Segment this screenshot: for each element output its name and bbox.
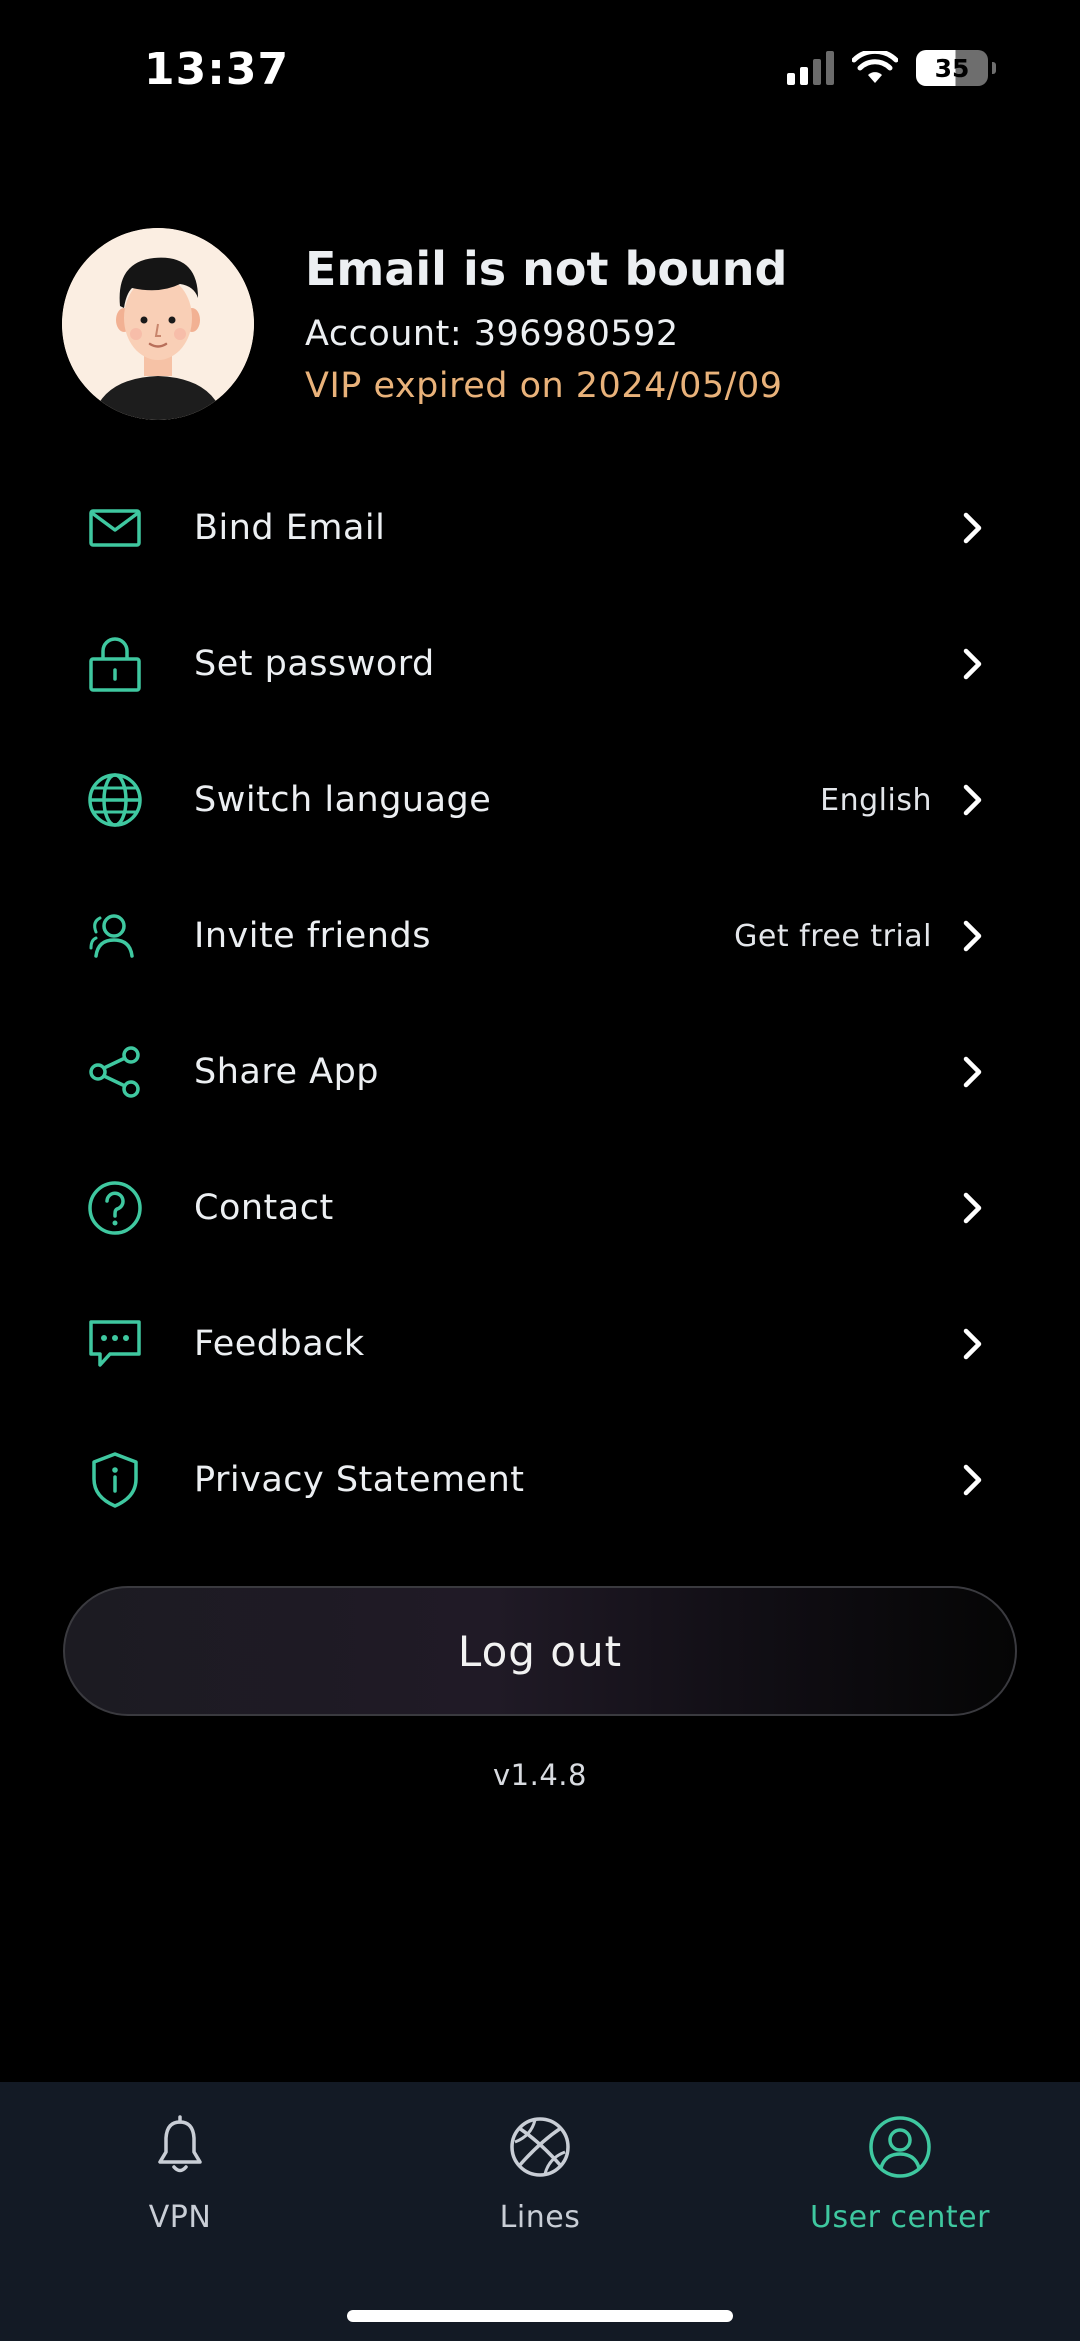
- menu-item-feedback[interactable]: Feedback: [0, 1276, 1080, 1412]
- menu-item-set-password[interactable]: Set password: [0, 596, 1080, 732]
- tab-lines[interactable]: Lines: [390, 2112, 690, 2235]
- chevron-right-icon: [958, 918, 988, 954]
- tab-user-center[interactable]: User center: [750, 2112, 1050, 2235]
- menu-item-label: Feedback: [194, 1324, 365, 1364]
- cellular-signal-icon: [787, 51, 834, 85]
- profile-info: Email is not bound Account: 396980592 VI…: [305, 242, 787, 406]
- home-indicator[interactable]: [347, 2310, 733, 2322]
- chevron-right-icon: [958, 1054, 988, 1090]
- basketball-globe-icon: [510, 2117, 570, 2177]
- chevron-right-icon: [958, 1190, 988, 1226]
- question-icon: [85, 1178, 145, 1238]
- shield-icon: [85, 1450, 145, 1510]
- menu-item-label: Contact: [194, 1188, 334, 1228]
- status-bar: 13:37 35: [0, 0, 1080, 150]
- menu-item-label: Share App: [194, 1052, 380, 1092]
- battery-icon: 35: [916, 50, 996, 86]
- app-version: v1.4.8: [493, 1758, 587, 1792]
- users-icon: [85, 906, 145, 966]
- account-number: Account: 396980592: [305, 314, 679, 354]
- profile-title: Email is not bound: [305, 242, 788, 296]
- chevron-right-icon: [958, 646, 988, 682]
- profile-header: Email is not bound Account: 396980592 VI…: [62, 228, 1022, 428]
- lock-icon: [85, 634, 145, 694]
- menu-item-label: Invite friends: [194, 916, 431, 956]
- tab-label: User center: [810, 2200, 990, 2235]
- chevron-right-icon: [958, 1462, 988, 1498]
- tab-label: Lines: [499, 2200, 581, 2235]
- tab-vpn[interactable]: VPN: [30, 2112, 330, 2235]
- menu-item-label: Set password: [194, 644, 435, 684]
- menu-item-contact[interactable]: Contact: [0, 1140, 1080, 1276]
- menu-item-label: Switch language: [194, 780, 492, 820]
- screen: 13:37 35 Email is not bound Account: 396…: [0, 0, 1080, 2341]
- globe-icon: [85, 770, 145, 830]
- share-icon: [85, 1042, 145, 1102]
- chevron-right-icon: [958, 510, 988, 546]
- chevron-right-icon: [958, 782, 988, 818]
- user-circle-icon: [869, 2116, 931, 2178]
- menu-item-label: Privacy Statement: [194, 1460, 525, 1500]
- menu-item-privacy-statement[interactable]: Privacy Statement: [0, 1412, 1080, 1548]
- status-time: 13:37: [144, 44, 290, 95]
- tab-label: VPN: [148, 2200, 212, 2235]
- settings-menu: Bind Email Set password Switch language …: [0, 460, 1080, 1548]
- menu-item-switch-language[interactable]: Switch language English: [0, 732, 1080, 868]
- avatar[interactable]: [62, 228, 254, 420]
- menu-item-label: Bind Email: [194, 508, 386, 548]
- menu-item-bind-email[interactable]: Bind Email: [0, 460, 1080, 596]
- bottom-tab-bar: VPN Lines User center: [0, 2082, 1080, 2341]
- current-language-value: English: [820, 782, 932, 818]
- vip-status: VIP expired on 2024/05/09: [305, 366, 783, 406]
- avatar-illustration: [62, 228, 254, 420]
- bell-icon: [158, 2115, 202, 2173]
- status-icons: 35: [787, 50, 996, 86]
- logout-button[interactable]: Log out: [63, 1586, 1017, 1716]
- chevron-right-icon: [958, 1326, 988, 1362]
- mail-icon: [85, 498, 145, 558]
- invite-reward-value: Get free trial: [734, 918, 932, 954]
- menu-item-share-app[interactable]: Share App: [0, 1004, 1080, 1140]
- battery-level: 35: [934, 53, 970, 83]
- chat-icon: [85, 1314, 145, 1374]
- menu-item-invite-friends[interactable]: Invite friends Get free trial: [0, 868, 1080, 1004]
- wifi-icon: [852, 51, 898, 83]
